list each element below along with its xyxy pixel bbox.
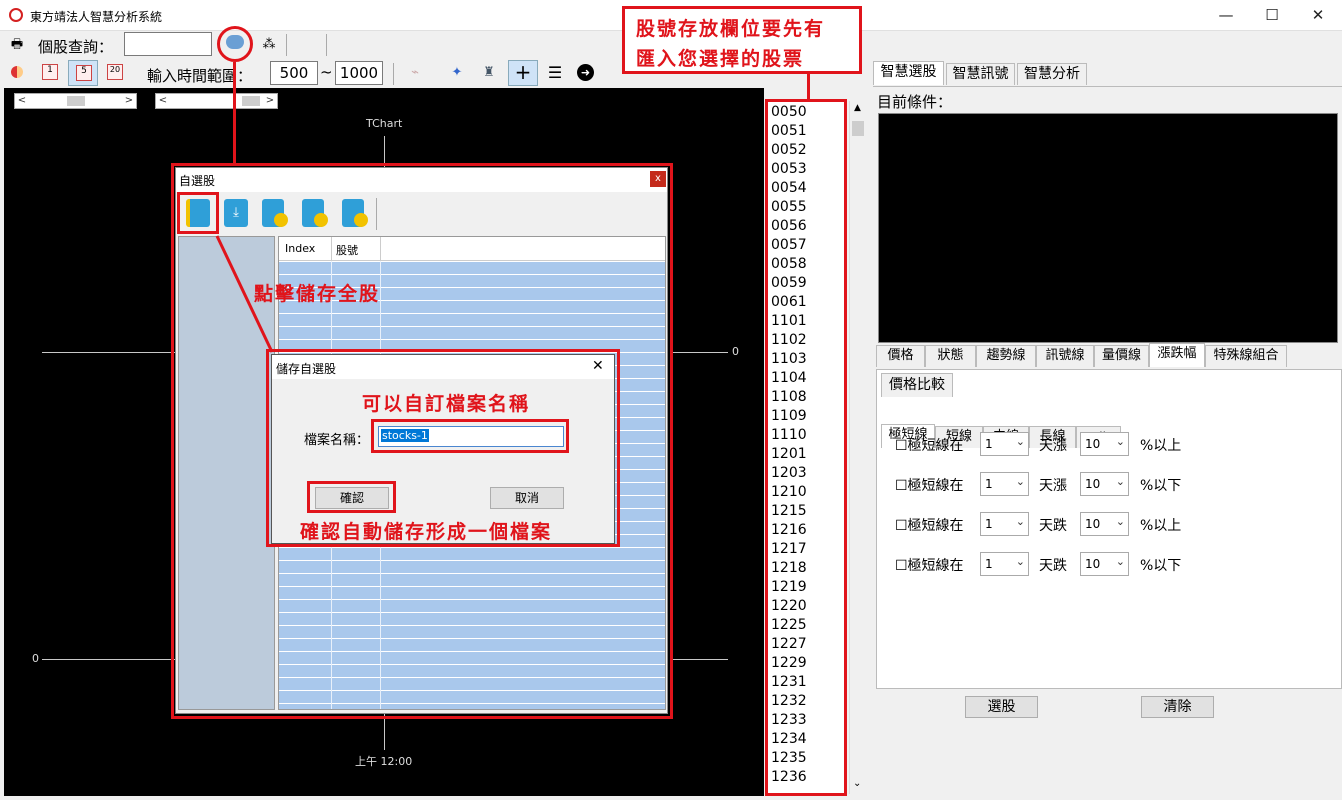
annotation-connector-diagonal (215, 235, 274, 353)
annotation-box-file-input (371, 419, 569, 453)
annotation-custom-name: 可以自訂檔案名稱 (362, 393, 531, 415)
annotation-click-save-all: 點擊儲存全股 (254, 283, 381, 305)
annotation-confirm-note: 確認自動儲存形成一個檔案 (300, 521, 553, 543)
annotation-box-confirm (307, 481, 396, 513)
